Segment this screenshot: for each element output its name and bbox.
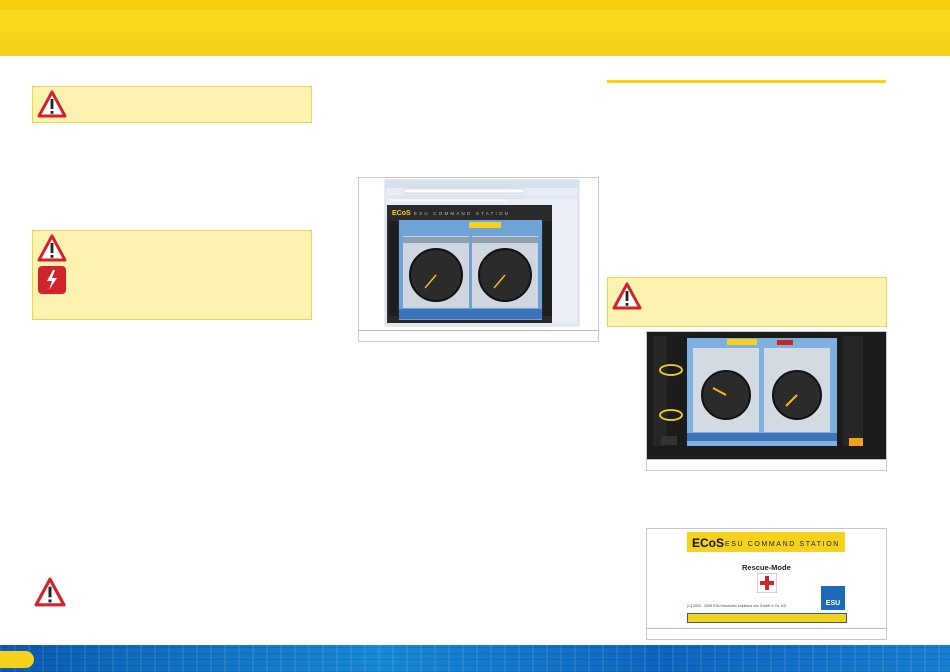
figure-browser-screenshot: ECoS ESU COMMAND STATION [358, 177, 599, 342]
page-number-tab [0, 651, 34, 668]
rescue-copyright: (C) 2003 - 2009 ESU electronic solutions… [687, 604, 787, 608]
warning-box-1 [32, 86, 312, 123]
footer-circuit-pattern [0, 645, 950, 672]
warning-box-3 [607, 277, 887, 327]
warning-triangle-icon [612, 282, 642, 310]
browser-brand-subtitle: ESU COMMAND STATION [414, 211, 510, 216]
rescue-mode-label: Rescue-Mode [742, 563, 791, 572]
warning-box-2 [32, 230, 312, 320]
warning-triangle-icon [37, 90, 67, 118]
section-rule [607, 80, 886, 83]
warning-triangle-icon [34, 577, 66, 607]
figure-caption-bar [647, 459, 886, 470]
esu-logo: ESU [821, 586, 845, 610]
ecos-device-image [647, 332, 886, 459]
rescue-cross-icon [757, 573, 777, 593]
rescue-brand-subtitle: ESU COMMAND STATION [725, 541, 840, 548]
figure-ecos-device [646, 331, 887, 471]
rescue-brand: ECoS [692, 536, 725, 550]
rescue-progress-bar [687, 613, 847, 623]
high-voltage-icon [38, 266, 66, 294]
warning-triangle-icon [37, 234, 67, 262]
figure-rescue-mode: ECoS ESU COMMAND STATION Rescue-Mode ESU… [646, 528, 887, 640]
header-stripe [0, 0, 950, 10]
browser-window-image: ECoS ESU COMMAND STATION [359, 178, 598, 330]
figure-caption-bar [647, 628, 886, 639]
figure-caption-bar [359, 330, 598, 341]
header-band [0, 0, 950, 56]
footer-band [0, 645, 950, 672]
browser-brand: ECoS [392, 210, 411, 217]
